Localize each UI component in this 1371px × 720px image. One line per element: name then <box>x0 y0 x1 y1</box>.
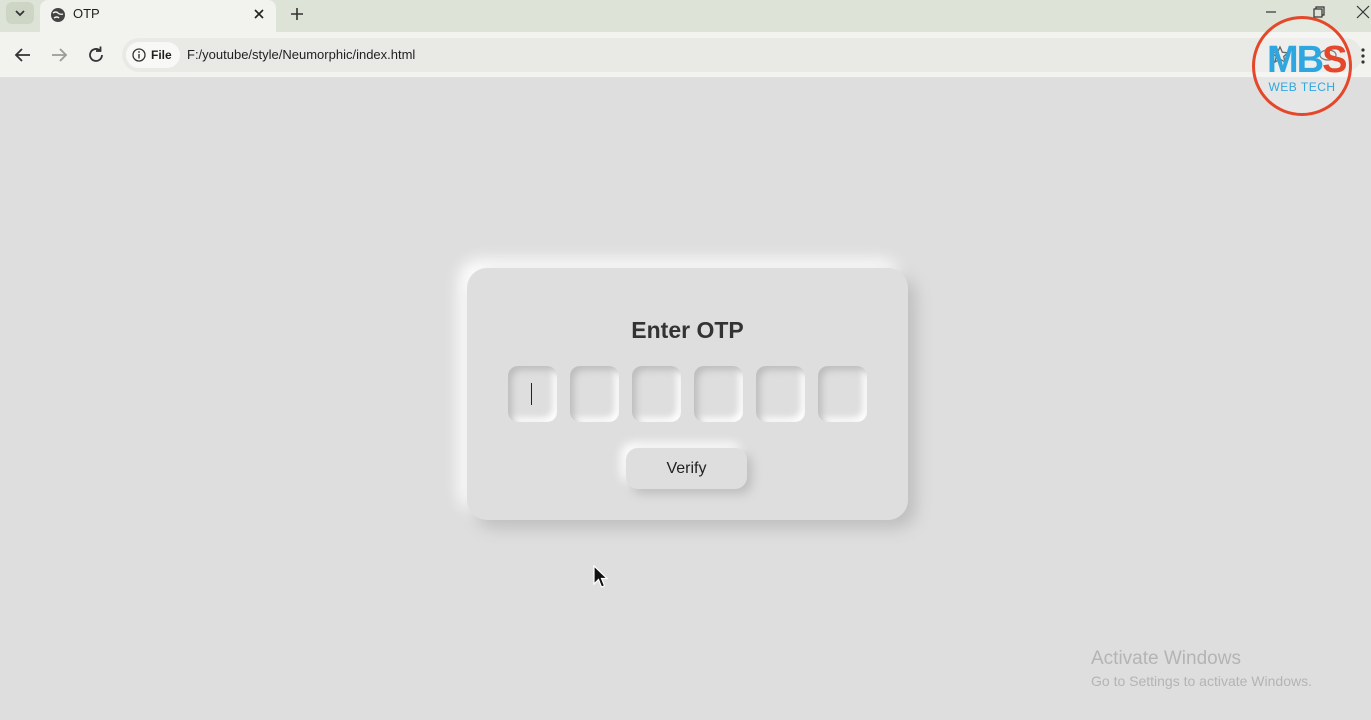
forward-arrow-icon[interactable] <box>48 44 70 66</box>
tab-otp[interactable]: OTP <box>40 0 276 32</box>
site-chip-label: File <box>151 48 172 62</box>
back-arrow-icon[interactable] <box>12 44 34 66</box>
reload-icon[interactable] <box>85 44 107 66</box>
otp-digit-5[interactable] <box>756 366 805 422</box>
new-tab-button[interactable] <box>286 3 308 25</box>
otp-input-row <box>508 366 867 422</box>
otp-digit-6[interactable] <box>818 366 867 422</box>
window-close-icon[interactable] <box>1354 3 1371 21</box>
globe-icon <box>51 8 65 22</box>
otp-digit-3[interactable] <box>632 366 681 422</box>
site-info-chip[interactable]: File <box>126 42 180 68</box>
logo-mark: MBS <box>1267 39 1348 81</box>
otp-digit-1[interactable] <box>508 366 557 422</box>
browser-toolbar: File F:/youtube/style/Neumorphic/index.h… <box>0 32 1371 78</box>
mbs-web-tech-logo: MBS WEB TECH <box>1252 16 1352 116</box>
close-icon[interactable] <box>250 5 268 23</box>
activate-windows-title: Activate Windows <box>1091 648 1241 669</box>
logo-subtitle: WEB TECH <box>1268 80 1336 94</box>
tab-strip: OTP <box>0 0 1371 32</box>
verify-button[interactable]: Verify <box>626 448 747 489</box>
text-caret <box>531 383 532 405</box>
otp-card: Enter OTP Verify <box>467 268 908 520</box>
otp-title: Enter OTP <box>631 317 744 343</box>
url-text[interactable]: F:/youtube/style/Neumorphic/index.html <box>187 47 415 62</box>
chevron-down-icon <box>15 10 25 17</box>
otp-digit-2[interactable] <box>570 366 619 422</box>
mouse-pointer-icon <box>593 565 608 588</box>
activate-windows-subtitle: Go to Settings to activate Windows. <box>1091 673 1312 689</box>
address-bar[interactable]: File F:/youtube/style/Neumorphic/index.h… <box>122 38 1362 72</box>
tab-search-button[interactable] <box>6 2 34 24</box>
tab-title: OTP <box>73 6 100 21</box>
minimize-icon[interactable] <box>1262 3 1280 21</box>
otp-digit-4[interactable] <box>694 366 743 422</box>
info-icon <box>132 48 146 62</box>
more-menu-icon[interactable] <box>1358 46 1368 66</box>
